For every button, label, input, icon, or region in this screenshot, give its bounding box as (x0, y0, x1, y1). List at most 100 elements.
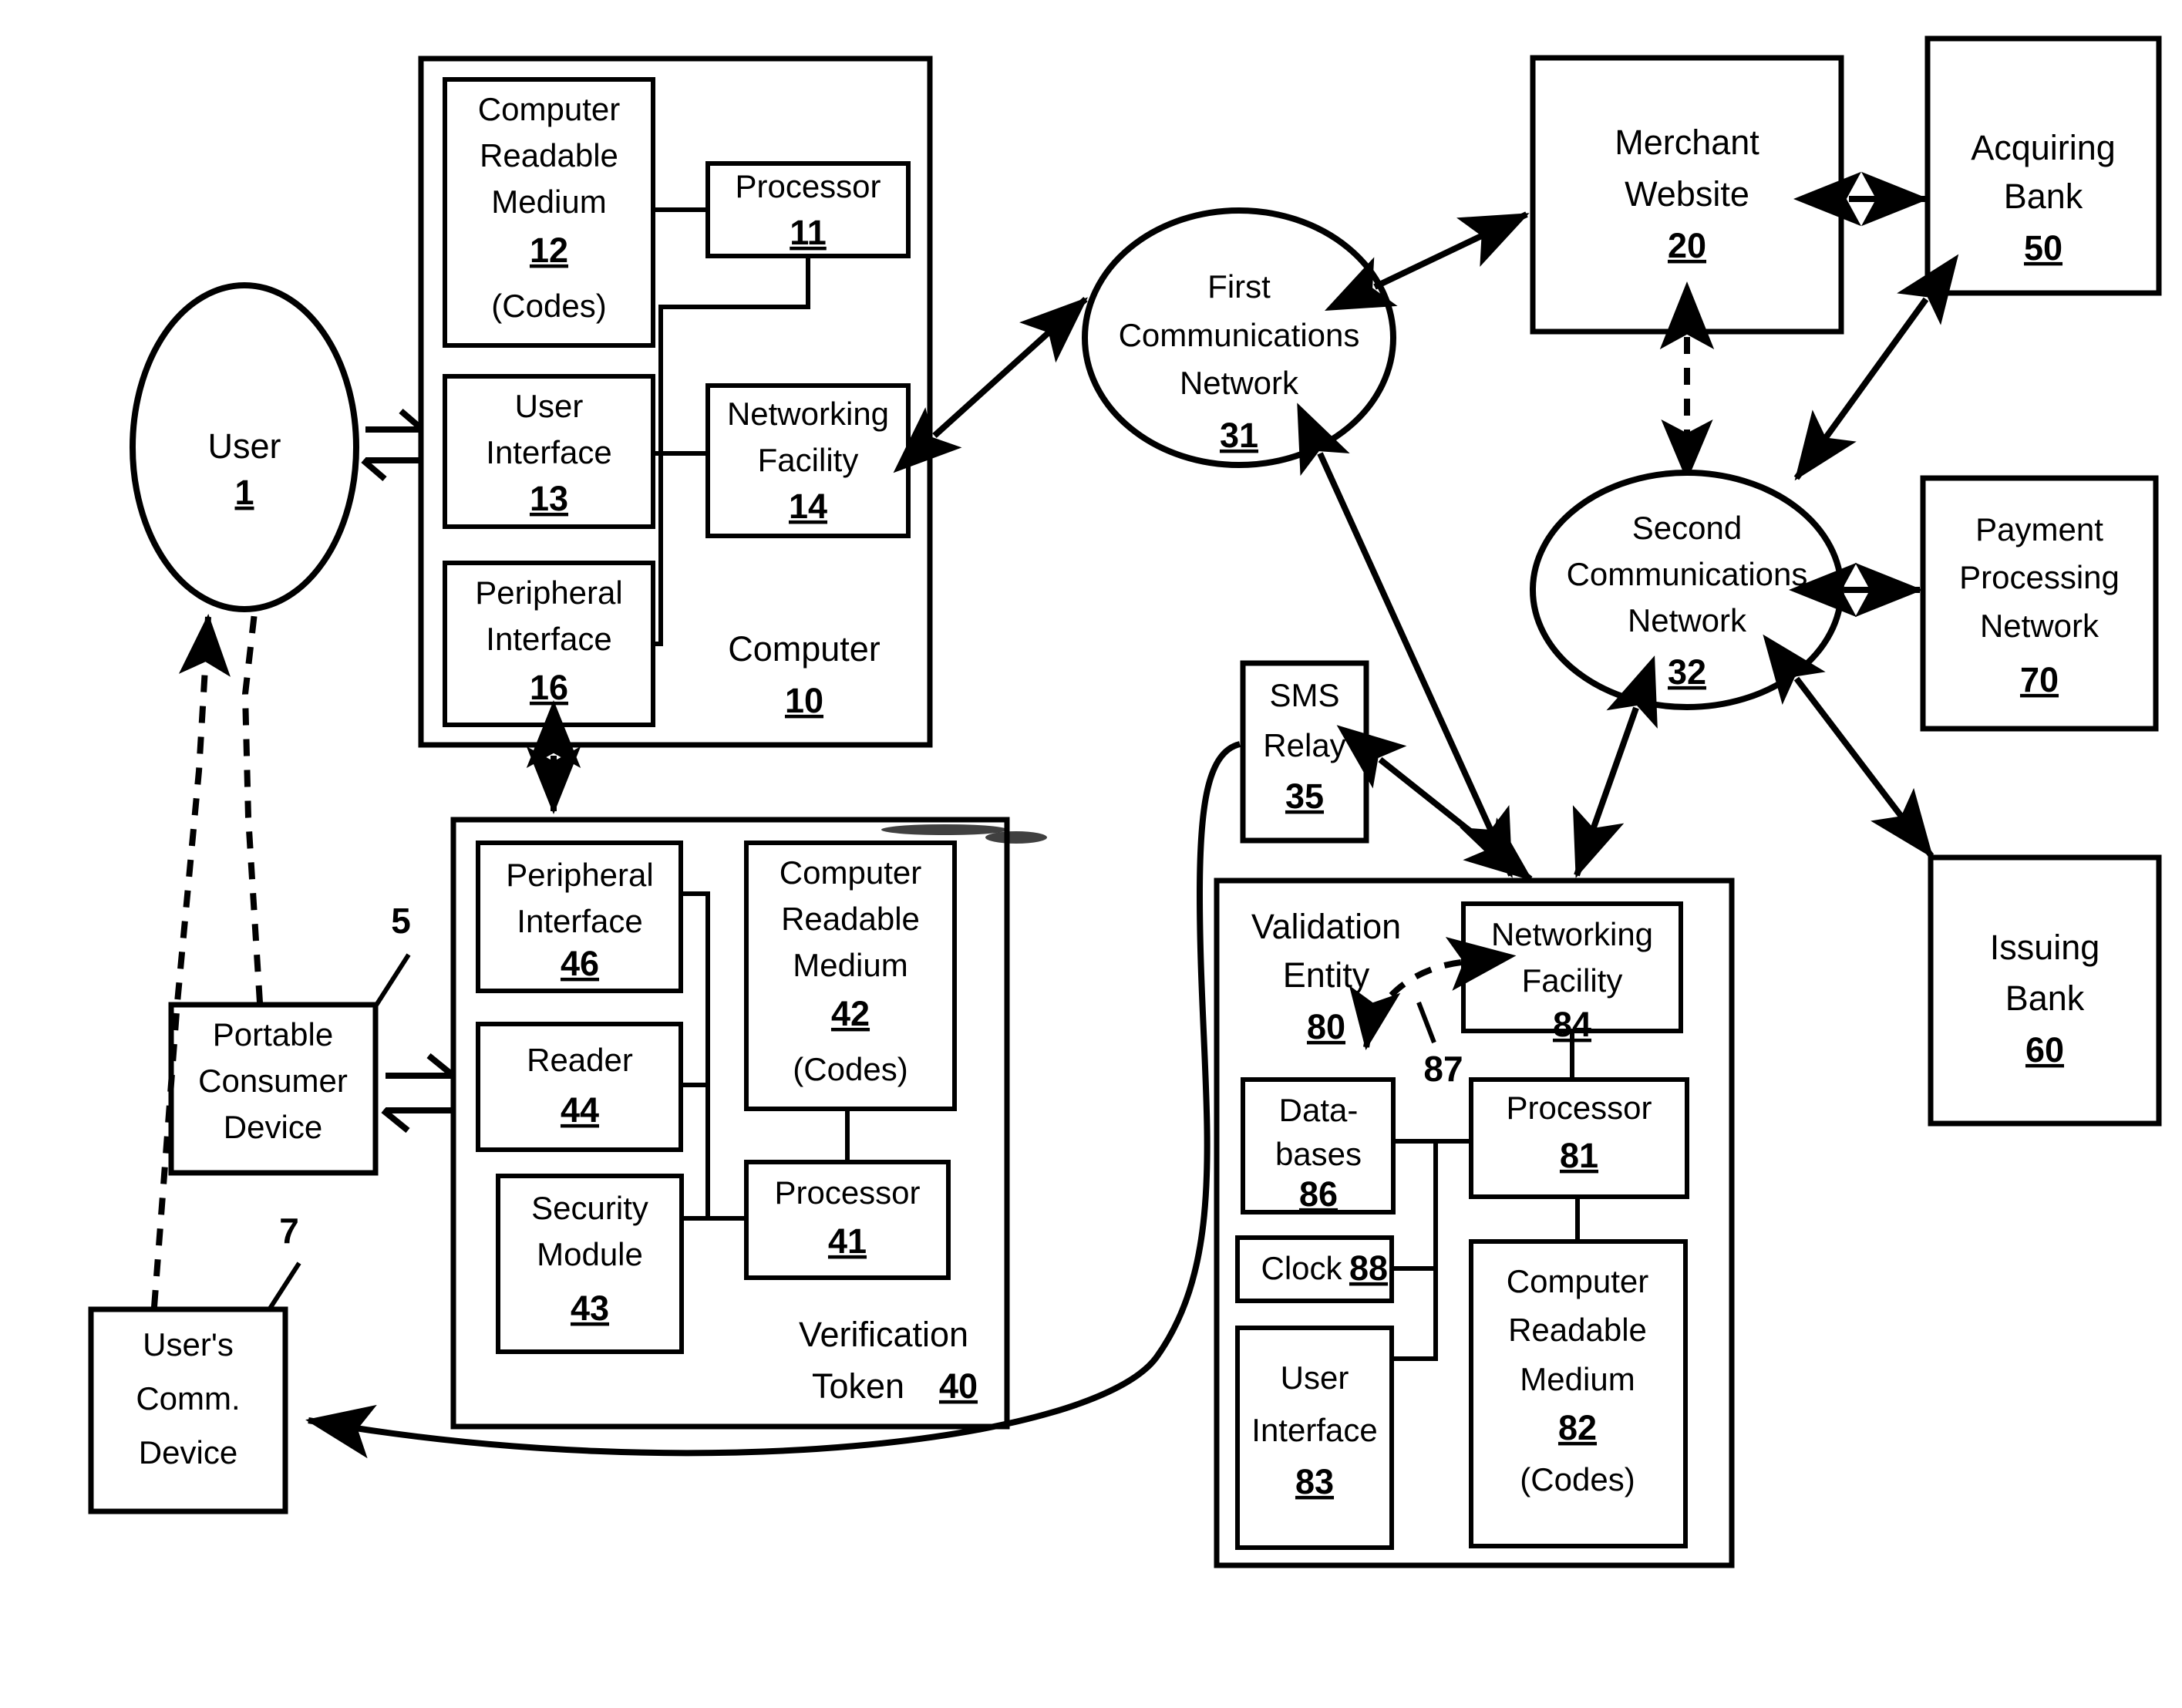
sms-line2: Relay (1263, 727, 1345, 763)
ucd-line1: User's (143, 1326, 234, 1363)
pcd-line1: Portable (213, 1016, 333, 1053)
validation-nf-line2: Facility (1522, 962, 1623, 999)
ppn-line3: Network (1980, 608, 2100, 644)
pcd-line2: Consumer (198, 1063, 348, 1099)
scn-line2: Communications (1567, 556, 1808, 592)
token-sm-line1: Security (531, 1190, 648, 1226)
computer-pi-line1: Peripheral (475, 574, 622, 611)
token-crm-line1: Computer (780, 854, 921, 891)
acquiring-number: 50 (2024, 228, 2062, 268)
token-peripheral-interface-box[interactable]: Peripheral Interface 46 (476, 841, 683, 993)
token-label-line1: Verification (799, 1315, 968, 1354)
issuing-number: 60 (2025, 1030, 2064, 1070)
computer-processor-box[interactable]: Processor 11 (705, 161, 911, 258)
acquiring-line1: Acquiring (1971, 128, 2116, 167)
token-crm-line3: Medium (793, 947, 907, 983)
issuing-line1: Issuing (1990, 928, 2100, 967)
computer-networking-facility-box[interactable]: Networking Facility 14 (705, 383, 911, 538)
merchant-line1: Merchant (1615, 123, 1759, 162)
fcn-line3: Network (1180, 365, 1299, 401)
token-pi-line1: Peripheral (506, 857, 653, 893)
token-processor-box[interactable]: Processor 41 (744, 1160, 951, 1280)
validation-crm-line1: Computer (1507, 1263, 1648, 1299)
ucd-leader-line (266, 1262, 301, 1312)
entity-sms-relay[interactable]: SMS Relay 35 (1240, 660, 1369, 844)
computer-pi-number: 16 (530, 668, 568, 707)
computer-crm-line1: Computer (478, 91, 620, 127)
token-crm-box[interactable]: Computer Readable Medium 42 (Codes) (744, 841, 957, 1111)
validation-nf-line1: Networking (1491, 916, 1653, 952)
token-crm-note: (Codes) (793, 1051, 907, 1087)
ppn-line2: Processing (1959, 559, 2120, 595)
validation-clock-box[interactable]: Clock 88 (1235, 1235, 1394, 1303)
computer-crm-line3: Medium (491, 184, 606, 220)
computer-processor-label: Processor (735, 168, 881, 204)
computer-crm-box[interactable]: Computer Readable Medium 12 (Codes) (443, 77, 655, 348)
validation-processor-label: Processor (1506, 1090, 1652, 1126)
fcn-line1: First (1207, 268, 1271, 305)
pcd-user-dashed (241, 612, 263, 1003)
token-reader-box[interactable]: Reader 44 (476, 1022, 683, 1152)
validation-ui-line2: Interface (1251, 1412, 1377, 1448)
entity-issuing-bank[interactable]: Issuing Bank 60 (1928, 854, 2162, 1127)
entity-portable-consumer-device[interactable]: Portable Consumer Device 5 (168, 901, 411, 1176)
pcd-line3: Device (224, 1109, 322, 1145)
pcd-token-link (381, 1053, 456, 1134)
validation-label-line2: Entity (1283, 955, 1370, 995)
merchant-number: 20 (1668, 226, 1706, 265)
scn-line1: Second (1632, 510, 1742, 546)
computer-ui-line1: User (515, 388, 584, 424)
sms-line1: SMS (1269, 677, 1339, 713)
computer-label: Computer (728, 629, 881, 669)
token-sm-line2: Module (537, 1236, 643, 1272)
computer-ui-number: 13 (530, 479, 568, 518)
ucd-user-dashed (151, 614, 231, 1308)
validation-ref-87: 87 (1423, 1049, 1463, 1089)
validation-user-interface-box[interactable]: User Interface 83 (1235, 1326, 1394, 1550)
entity-acquiring-bank[interactable]: Acquiring Bank 50 (1924, 35, 2162, 296)
validation-db-line2: bases (1275, 1136, 1362, 1172)
entity-payment-processing-network[interactable]: Payment Processing Network 70 (1920, 475, 2159, 732)
user-computer-link (361, 408, 425, 482)
validation-crm-line2: Readable (1508, 1312, 1647, 1348)
second-network-validation-link (1572, 655, 1658, 878)
validation-processor-box[interactable]: Processor 81 (1469, 1077, 1689, 1199)
scn-number: 32 (1668, 652, 1706, 692)
validation-networking-facility-box[interactable]: Networking Facility 84 (1461, 901, 1683, 1044)
ucd-line3: Device (139, 1434, 237, 1470)
figure-canvas: User 1 Computer Readable Medium 12 (Code… (0, 0, 2182, 1708)
entity-first-communications-network[interactable]: First Communications Network 31 (1082, 207, 1396, 468)
user-number: 1 (234, 473, 254, 512)
computer-ui-line2: Interface (486, 434, 611, 470)
entity-user[interactable]: User 1 (130, 282, 359, 612)
token-pi-number: 46 (561, 944, 599, 983)
token-crm-line2: Readable (781, 901, 920, 937)
validation-databases-box[interactable]: Data- bases 86 (1241, 1077, 1396, 1214)
validation-crm-number: 82 (1558, 1408, 1597, 1447)
computer-crm-note: (Codes) (491, 288, 606, 324)
sms-number: 35 (1285, 777, 1324, 816)
validation-crm-line3: Medium (1520, 1361, 1635, 1397)
entity-users-comm-device[interactable]: User's Comm. Device 7 (88, 1211, 301, 1514)
entity-validation-entity[interactable]: Validation Entity 80 Networking Facility… (1214, 878, 1735, 1568)
computer-peripheral-interface-box[interactable]: Peripheral Interface 16 (443, 561, 655, 727)
token-security-module-box[interactable]: Security Module 43 (496, 1174, 684, 1354)
computer-pi-line2: Interface (486, 621, 611, 657)
validation-crm-box[interactable]: Computer Readable Medium 82 (Codes) (1469, 1239, 1688, 1548)
entity-computer[interactable]: Computer Readable Medium 12 (Codes) Proc… (418, 56, 933, 748)
issuing-line2: Bank (2005, 979, 2085, 1018)
computer-crm-number: 12 (530, 231, 568, 270)
token-crm-number: 42 (831, 994, 870, 1033)
token-pi-line2: Interface (517, 903, 642, 939)
token-processor-label: Processor (774, 1174, 920, 1211)
entity-verification-token[interactable]: Peripheral Interface 46 Reader 44 Securi… (450, 817, 1047, 1430)
validation-ui-line1: User (1281, 1359, 1349, 1396)
entity-second-communications-network[interactable]: Second Communications Network 32 (1530, 470, 1844, 710)
entity-merchant-website[interactable]: Merchant Website 20 (1530, 55, 1844, 335)
fcn-number: 31 (1220, 416, 1258, 455)
pcd-leader-line (373, 953, 411, 1008)
validation-label-line1: Validation (1251, 907, 1401, 946)
computer-user-interface-box[interactable]: User Interface 13 (443, 374, 655, 529)
acquiring-line2: Bank (2004, 177, 2083, 216)
computer-nf-line1: Networking (727, 396, 889, 432)
